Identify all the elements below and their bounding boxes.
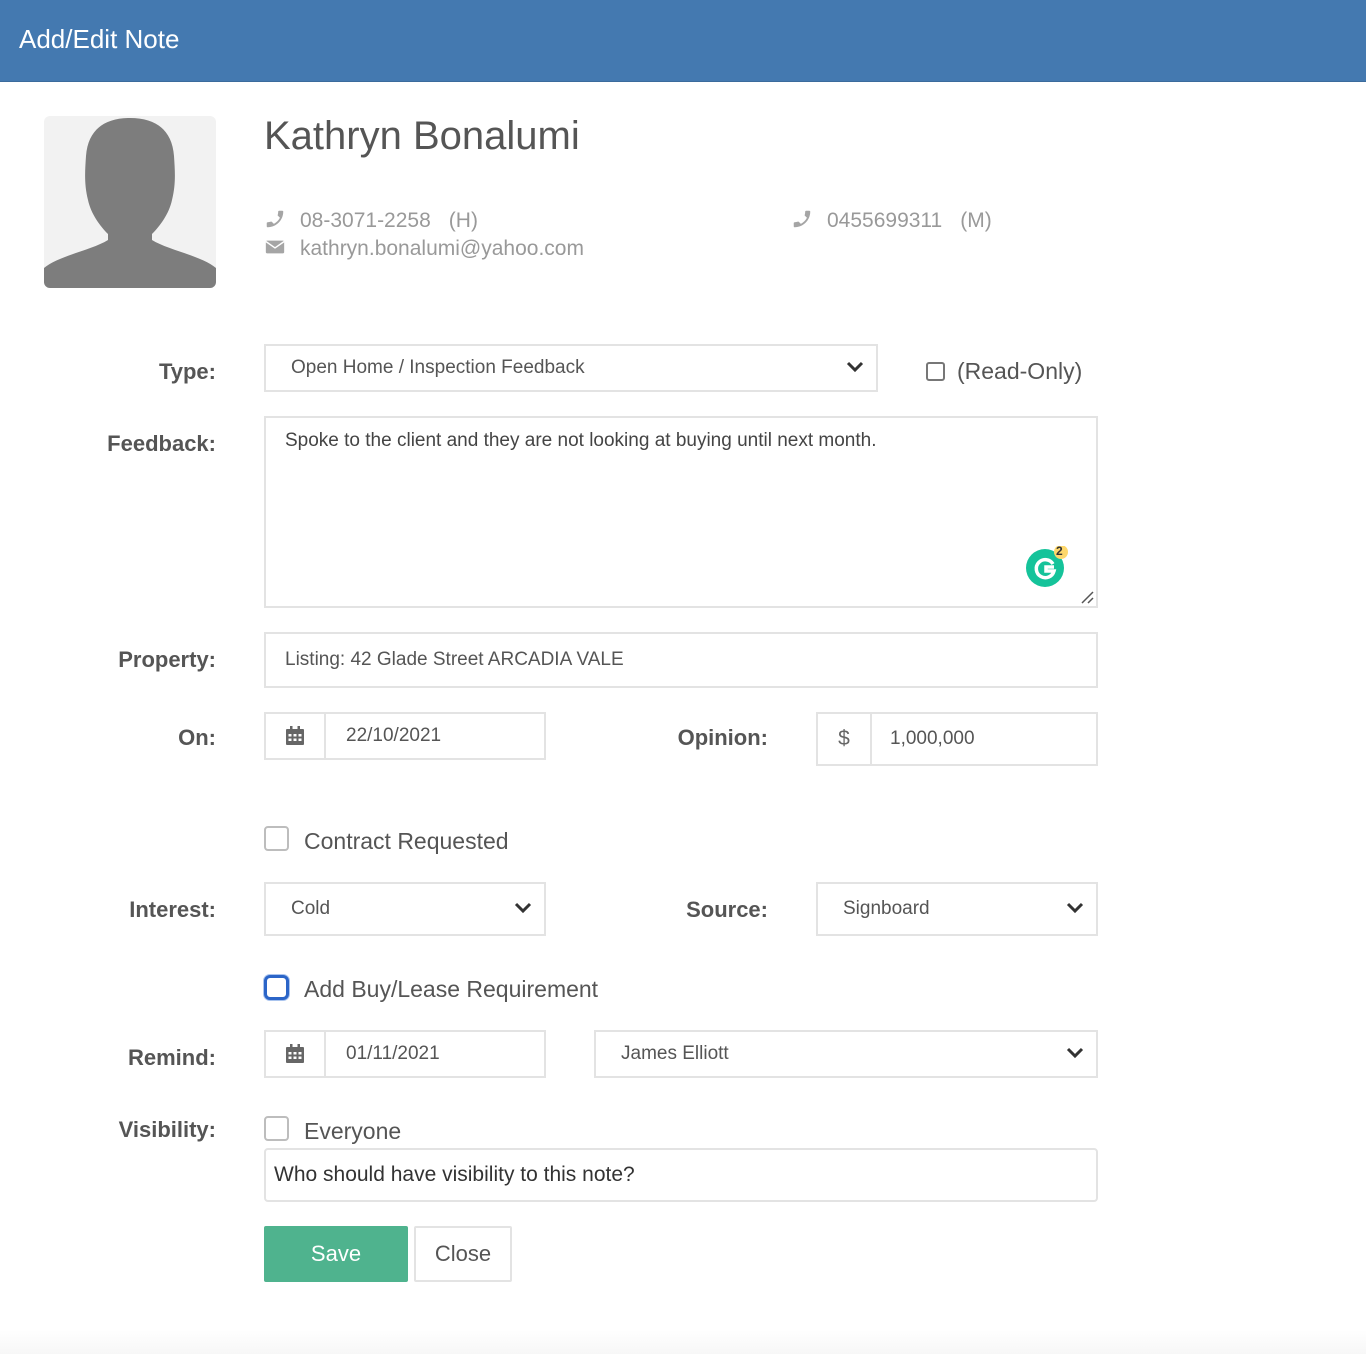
remind-assignee-select[interactable]: James Elliott bbox=[594, 1030, 1098, 1078]
avatar bbox=[44, 116, 216, 288]
home-phone: 08-3071-2258 (H) bbox=[264, 208, 478, 233]
feedback-label: Feedback: bbox=[107, 431, 216, 456]
read-only-checkbox[interactable] bbox=[926, 362, 945, 381]
interest-select[interactable]: Cold bbox=[264, 882, 546, 936]
property-label: Property: bbox=[118, 647, 216, 672]
calendar-addon[interactable] bbox=[266, 1032, 326, 1076]
on-label: On: bbox=[178, 725, 216, 750]
email: kathryn.bonalumi@yahoo.com bbox=[264, 236, 584, 261]
mobile-phone: 0455699311 (M) bbox=[791, 208, 992, 233]
dialog-footer bbox=[0, 1330, 1366, 1354]
source-select[interactable]: Signboard bbox=[816, 882, 1098, 936]
visibility-placeholder: Who should have visibility to this note? bbox=[274, 1163, 635, 1186]
calendar-icon bbox=[286, 726, 304, 745]
type-select[interactable]: Open Home / Inspection Feedback bbox=[264, 344, 878, 392]
opinion-label: Opinion: bbox=[677, 725, 768, 750]
envelope-icon bbox=[265, 240, 285, 254]
currency-addon: $ bbox=[818, 714, 872, 764]
calendar-icon bbox=[286, 1044, 304, 1063]
remind-date-value: 01/11/2021 bbox=[346, 1043, 440, 1064]
dialog-header: Add/Edit Note bbox=[0, 0, 1366, 82]
mobile-phone-tag: (M) bbox=[960, 209, 992, 232]
property-input[interactable]: Listing: 42 Glade Street ARCADIA VALE bbox=[264, 632, 1098, 688]
resize-handle-icon[interactable] bbox=[1078, 588, 1094, 604]
close-button[interactable]: Close bbox=[414, 1226, 512, 1282]
on-date-input[interactable]: 22/10/2021 bbox=[264, 712, 546, 760]
dialog-title: Add/Edit Note bbox=[19, 24, 180, 54]
source-label: Source: bbox=[686, 897, 768, 922]
opinion-value: 1,000,000 bbox=[890, 728, 975, 749]
save-button[interactable]: Save bbox=[264, 1226, 408, 1282]
chevron-down-icon bbox=[514, 902, 532, 914]
chevron-down-icon bbox=[1066, 1047, 1084, 1059]
interest-select-value: Cold bbox=[291, 898, 331, 919]
read-only-label: (Read-Only) bbox=[957, 358, 1083, 384]
email-address[interactable]: kathryn.bonalumi@yahoo.com bbox=[300, 237, 584, 260]
contract-requested-label: Contract Requested bbox=[304, 828, 509, 854]
chevron-down-icon bbox=[1066, 902, 1084, 914]
on-date-value: 22/10/2021 bbox=[346, 725, 442, 746]
property-value: Listing: 42 Glade Street ARCADIA VALE bbox=[285, 649, 624, 670]
person-silhouette-icon bbox=[44, 118, 216, 288]
everyone-checkbox[interactable] bbox=[264, 1116, 289, 1141]
grammarly-badge-count: 2 bbox=[1056, 544, 1063, 558]
home-phone-tag: (H) bbox=[448, 209, 478, 232]
source-select-value: Signboard bbox=[843, 898, 930, 919]
everyone-label: Everyone bbox=[304, 1118, 402, 1144]
type-label: Type: bbox=[158, 359, 216, 384]
phone-icon bbox=[266, 210, 284, 228]
visibility-label: Visibility: bbox=[118, 1117, 216, 1142]
feedback-text: Spoke to the client and they are not loo… bbox=[285, 430, 877, 451]
buy-lease-label: Add Buy/Lease Requirement bbox=[304, 976, 599, 1002]
home-phone-number[interactable]: 08-3071-2258 bbox=[300, 209, 431, 232]
opinion-input[interactable]: $ 1,000,000 bbox=[816, 712, 1098, 766]
interest-label: Interest: bbox=[129, 897, 216, 922]
contract-requested-checkbox[interactable] bbox=[264, 826, 289, 851]
mobile-phone-number[interactable]: 0455699311 bbox=[827, 209, 942, 232]
remind-assignee-value: James Elliott bbox=[621, 1043, 729, 1064]
contact-name: Kathryn Bonalumi bbox=[264, 114, 580, 158]
chevron-down-icon bbox=[846, 361, 864, 373]
visibility-input[interactable]: Who should have visibility to this note? bbox=[264, 1148, 1098, 1202]
phone-icon bbox=[793, 210, 811, 228]
remind-date-input[interactable]: 01/11/2021 bbox=[264, 1030, 546, 1078]
feedback-textarea[interactable]: Spoke to the client and they are not loo… bbox=[264, 416, 1098, 608]
calendar-addon[interactable] bbox=[266, 714, 326, 758]
type-select-value: Open Home / Inspection Feedback bbox=[291, 357, 585, 378]
remind-label: Remind: bbox=[128, 1045, 216, 1070]
buy-lease-checkbox[interactable] bbox=[264, 975, 289, 1000]
grammarly-icon[interactable]: 2 bbox=[1026, 544, 1068, 588]
